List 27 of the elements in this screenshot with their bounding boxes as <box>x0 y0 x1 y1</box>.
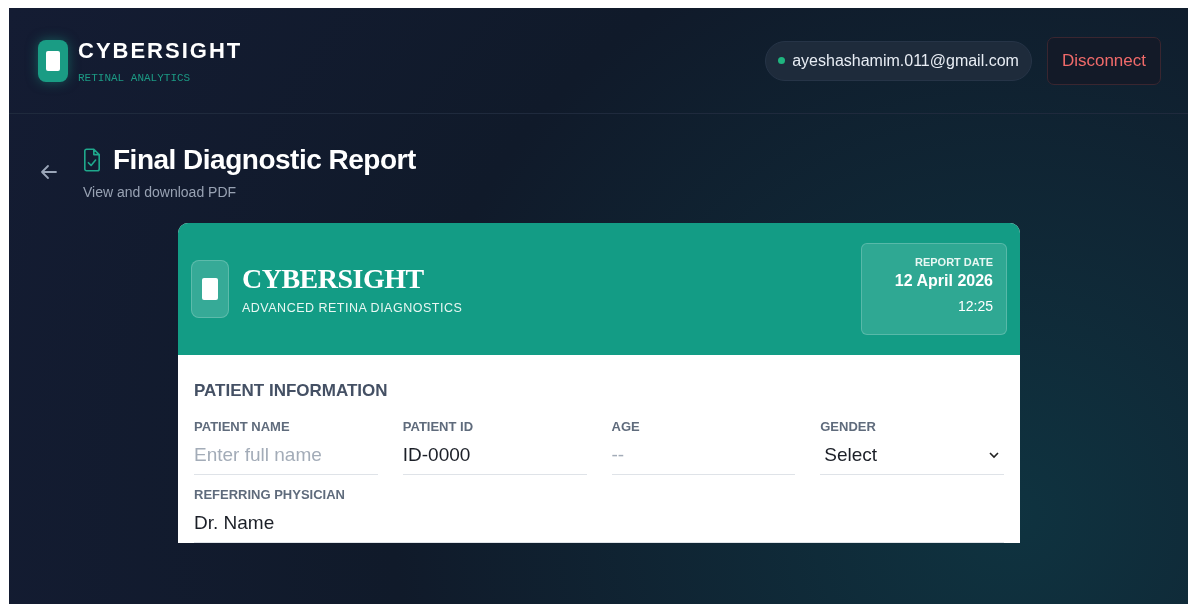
section-title: PATIENT INFORMATION <box>194 381 389 401</box>
field-label: AGE <box>611 419 641 434</box>
report-brand: CYBERSIGHT <box>242 263 425 295</box>
report-brand-subtitle: ADVANCED RETINA DIAGNOSTICS <box>242 301 463 315</box>
app-tagline: RETINAL ANALYTICS <box>78 71 192 84</box>
logo-icon <box>191 260 229 318</box>
input-field[interactable]: Enter full name <box>194 434 378 475</box>
document-check-icon <box>83 147 101 173</box>
report-date: 12 April 2026 <box>894 272 993 290</box>
field-label: PATIENT ID <box>402 419 475 434</box>
report-time: 12:25 <box>957 298 993 314</box>
page-title: Final Diagnostic Report <box>113 144 416 176</box>
disconnect-button[interactable]: Disconnect <box>1046 36 1161 85</box>
page-subtitle: View and download PDF <box>83 184 238 200</box>
field-label: PATIENT NAME <box>194 419 291 434</box>
app-name: CYBERSIGHT <box>78 37 243 64</box>
select-field[interactable]: Select <box>820 434 1004 475</box>
field-label: REFERRING PHYSICIAN <box>194 487 346 502</box>
input-field[interactable]: -- <box>611 434 796 475</box>
date-label: REPORT DATE <box>914 256 993 268</box>
chevron-down-icon <box>988 451 1000 459</box>
input-field[interactable]: ID-0000 <box>402 434 587 475</box>
input-field[interactable]: Dr. Name <box>194 502 1004 543</box>
back-arrow-icon[interactable] <box>39 162 59 182</box>
logo-icon <box>38 39 68 82</box>
account-email: ayeshashamim.011@gmail.com <box>792 51 1019 70</box>
field-label: GENDER <box>820 419 877 434</box>
